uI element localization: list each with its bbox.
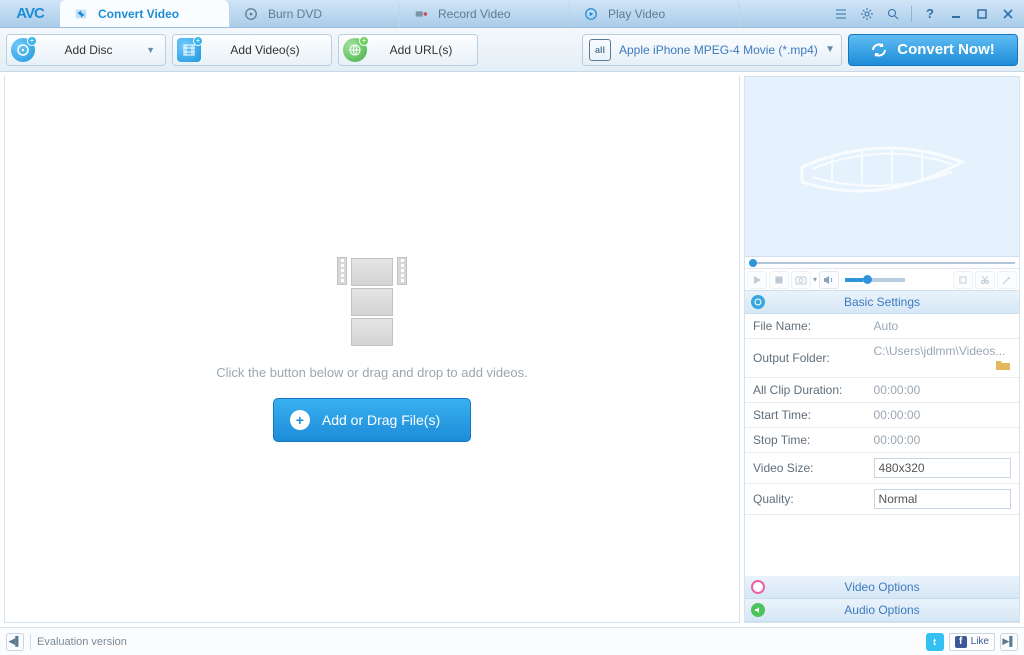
refresh-icon — [871, 42, 887, 58]
globe-icon: + — [343, 38, 367, 62]
seek-slider[interactable] — [745, 257, 1019, 269]
filmstrip-art-icon — [792, 127, 972, 207]
titlebar: AVC Convert Video Burn DVD Record Video … — [0, 0, 1024, 28]
setting-row-video-size: Video Size: — [745, 453, 1019, 484]
add-videos-button[interactable]: + Add Video(s) — [172, 34, 332, 66]
tab-label: Record Video — [438, 7, 511, 21]
tab-label: Burn DVD — [268, 7, 322, 21]
tab-label: Convert Video — [98, 7, 179, 21]
collapse-right-icon[interactable]: ▶▌ — [1000, 633, 1018, 651]
volume-slider[interactable] — [845, 278, 905, 282]
convert-now-button[interactable]: Convert Now! — [848, 34, 1018, 66]
play-icon — [584, 7, 598, 21]
film-icon: + — [177, 38, 201, 62]
tab-play-video[interactable]: Play Video — [570, 0, 740, 27]
search-icon[interactable] — [883, 5, 903, 23]
stop-button[interactable] — [769, 271, 789, 289]
preview-area — [745, 77, 1019, 257]
tab-label: Play Video — [608, 7, 665, 21]
chevron-down-icon: ▼ — [146, 45, 155, 55]
add-disc-button[interactable]: + Add Disc ▼ — [6, 34, 166, 66]
setting-row-start-time: Start Time:00:00:00 — [745, 403, 1019, 428]
crop-button[interactable] — [953, 271, 973, 289]
duration-value: 00:00:00 — [866, 378, 1019, 403]
facebook-like[interactable]: fLike — [949, 633, 995, 651]
minimize-button[interactable] — [946, 5, 966, 23]
setting-row-duration: All Clip Duration:00:00:00 — [745, 378, 1019, 403]
button-label: Add Disc — [43, 43, 134, 57]
help-icon[interactable]: ? — [920, 5, 940, 23]
button-label: Add URL(s) — [375, 43, 467, 57]
tab-strip: Convert Video Burn DVD Record Video Play… — [60, 0, 740, 27]
setting-row-filename: File Name:Auto — [745, 314, 1019, 339]
profile-label: Apple iPhone MPEG-4 Movie (*.mp4) — [619, 43, 817, 57]
volume-button[interactable] — [819, 271, 839, 289]
video-size-select[interactable] — [874, 458, 1011, 478]
collapse-left-icon[interactable]: ◀▌ — [6, 633, 24, 651]
chevron-down-icon: ▼ — [825, 44, 835, 55]
version-label: Evaluation version — [37, 636, 127, 648]
twitter-icon[interactable]: t — [926, 633, 944, 651]
convert-icon — [74, 7, 88, 21]
disc-icon: + — [11, 38, 35, 62]
maximize-button[interactable] — [972, 5, 992, 23]
tab-record-video[interactable]: Record Video — [400, 0, 570, 27]
effects-button[interactable] — [997, 271, 1017, 289]
file-list-pane: Click the button below or drag and drop … — [4, 76, 740, 623]
quality-select[interactable] — [874, 489, 1011, 509]
window-controls: ? — [831, 0, 1024, 27]
record-icon — [414, 7, 428, 21]
add-files-button[interactable]: + Add or Drag File(s) — [273, 398, 471, 442]
add-urls-button[interactable]: + Add URL(s) — [338, 34, 478, 66]
empty-state-art — [337, 257, 407, 347]
video-options-header[interactable]: Video Options — [745, 576, 1019, 599]
setting-row-quality: Quality: — [745, 484, 1019, 515]
disc-icon — [244, 7, 258, 21]
volume-thumb[interactable] — [863, 275, 872, 284]
audio-options-header[interactable]: Audio Options — [745, 599, 1019, 622]
cut-button[interactable] — [975, 271, 995, 289]
right-panel: ▾ Basic Settings File Name:Auto Output F… — [744, 76, 1020, 623]
app-logo: AVC — [0, 0, 60, 27]
all-formats-icon: all — [589, 39, 611, 61]
seek-thumb[interactable] — [749, 259, 757, 267]
menu-icon[interactable] — [831, 5, 851, 23]
play-button[interactable] — [747, 271, 767, 289]
basic-settings-header[interactable]: Basic Settings — [745, 291, 1019, 314]
settings-badge-icon — [751, 295, 765, 309]
setting-row-output-folder: Output Folder:C:\Users\jdlmm\Videos... — [745, 339, 1019, 378]
section-title: Audio Options — [844, 603, 919, 617]
filename-value[interactable]: Auto — [866, 314, 1019, 339]
close-button[interactable] — [998, 5, 1018, 23]
basic-settings-panel: File Name:Auto Output Folder:C:\Users\jd… — [745, 314, 1019, 515]
browse-folder-icon[interactable] — [995, 358, 1011, 372]
setting-row-stop-time: Stop Time:00:00:00 — [745, 428, 1019, 453]
plus-icon: + — [290, 410, 310, 430]
section-title: Video Options — [844, 580, 919, 594]
toolbar: + Add Disc ▼ + Add Video(s) + Add URL(s)… — [0, 28, 1024, 72]
video-options-icon — [751, 580, 765, 594]
tab-burn-dvd[interactable]: Burn DVD — [230, 0, 400, 27]
player-controls: ▾ — [745, 269, 1019, 291]
section-title: Basic Settings — [844, 295, 920, 309]
empty-hint: Click the button below or drag and drop … — [216, 365, 527, 380]
button-label: Add or Drag File(s) — [322, 412, 440, 428]
button-label: Add Video(s) — [209, 43, 321, 57]
output-profile-select[interactable]: all Apple iPhone MPEG-4 Movie (*.mp4) ▼ — [582, 34, 842, 66]
content: Click the button below or drag and drop … — [0, 72, 1024, 627]
audio-options-icon — [751, 603, 765, 617]
snapshot-button[interactable] — [791, 271, 811, 289]
button-label: Convert Now! — [897, 41, 995, 58]
stop-time-value[interactable]: 00:00:00 — [866, 428, 1019, 453]
facebook-icon: f — [955, 636, 967, 648]
statusbar: ◀▌ Evaluation version t fLike ▶▌ — [0, 627, 1024, 655]
output-folder-value[interactable]: C:\Users\jdlmm\Videos... — [866, 339, 1019, 378]
start-time-value[interactable]: 00:00:00 — [866, 403, 1019, 428]
tab-convert-video[interactable]: Convert Video — [60, 0, 230, 27]
settings-icon[interactable] — [857, 5, 877, 23]
